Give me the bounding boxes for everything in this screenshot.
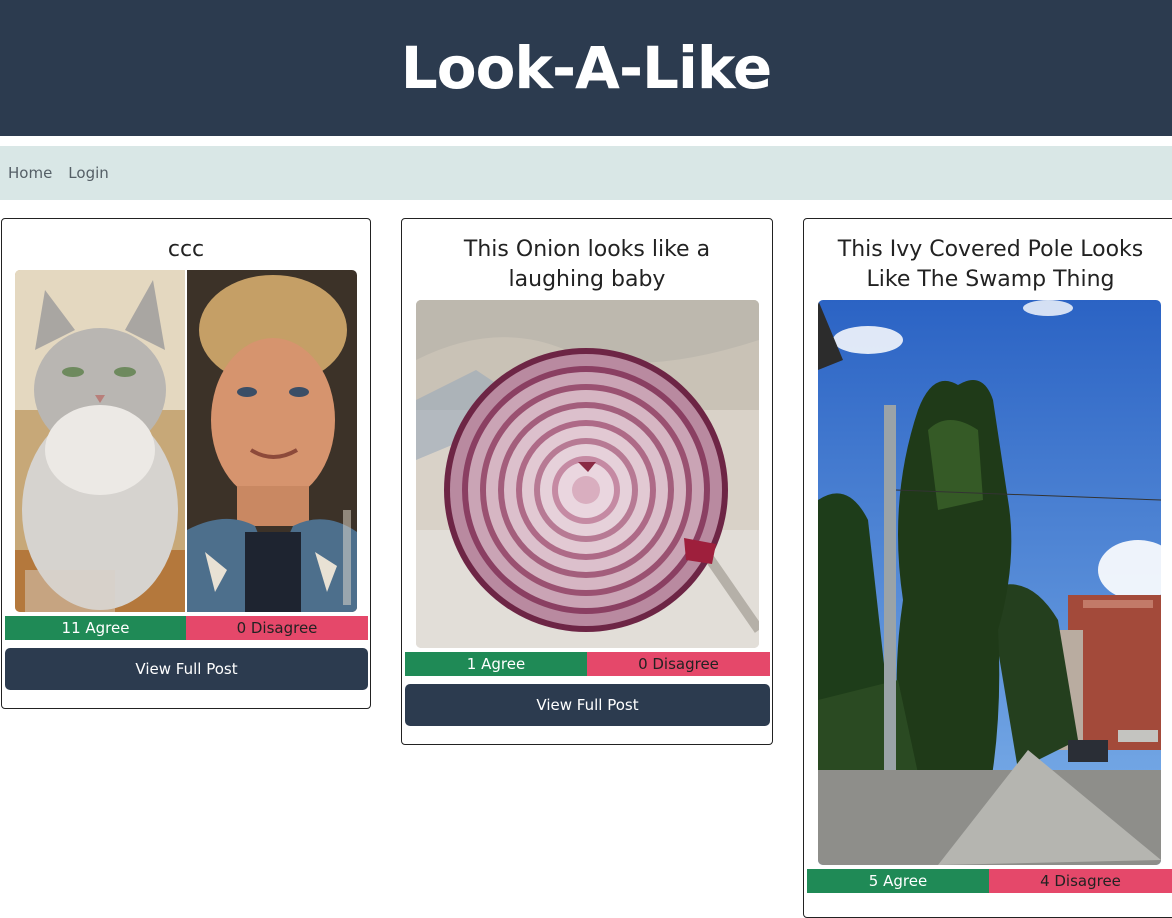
nav-login-link[interactable]: Login — [68, 164, 108, 182]
site-title: Look-A-Like — [400, 34, 772, 102]
post-title: ccc — [167, 237, 205, 262]
agree-button[interactable]: 1 Agree — [405, 652, 587, 676]
post-card: ccc 11 Agree 0 Disagree View Full Post — [1, 218, 371, 709]
disagree-button[interactable]: 0 Disagree — [186, 616, 368, 640]
disagree-button[interactable]: 0 Disagree — [587, 652, 770, 676]
vote-bar: 11 Agree 0 Disagree — [5, 616, 368, 640]
post-title: This Onion looks like a laughing baby — [463, 237, 711, 292]
nav-home-link[interactable]: Home — [8, 164, 52, 182]
site-header: Look-A-Like — [0, 0, 1172, 136]
vote-bar: 5 Agree 4 Disagree — [807, 869, 1172, 893]
post-photo — [15, 270, 357, 612]
post-photo — [818, 300, 1161, 865]
post-card: This Onion looks like a laughing baby 1 … — [401, 218, 773, 745]
disagree-button[interactable]: 4 Disagree — [989, 869, 1172, 893]
post-title: This Ivy Covered Pole Looks Like The Swa… — [837, 237, 1144, 292]
post-card: This Ivy Covered Pole Looks Like The Swa… — [803, 218, 1172, 918]
nav-bar: Home Login — [0, 146, 1172, 200]
agree-button[interactable]: 5 Agree — [807, 869, 989, 893]
view-full-post-button[interactable]: View Full Post — [5, 648, 368, 690]
agree-button[interactable]: 11 Agree — [5, 616, 186, 640]
view-full-post-button[interactable]: View Full Post — [405, 684, 770, 726]
vote-bar: 1 Agree 0 Disagree — [405, 652, 770, 676]
post-photo — [416, 300, 759, 648]
